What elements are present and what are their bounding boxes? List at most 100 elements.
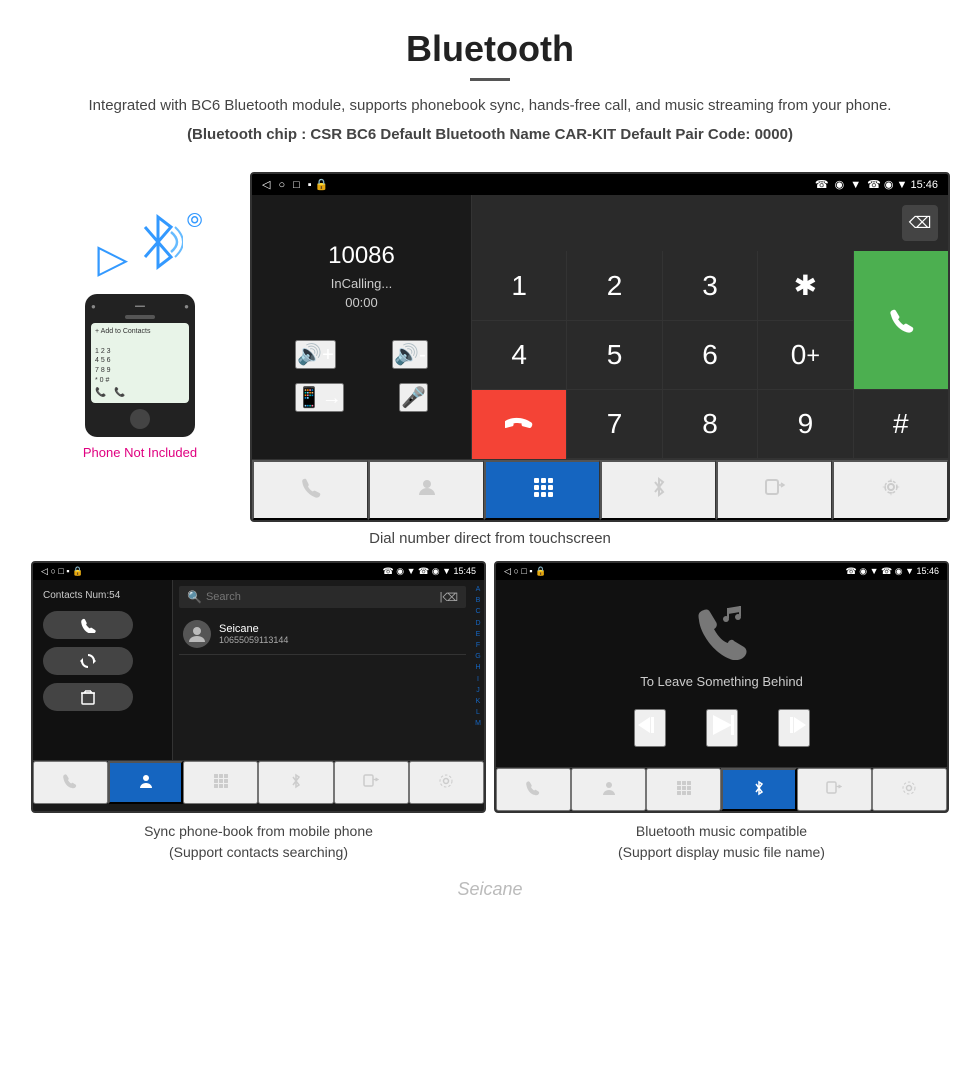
key-3[interactable]: 3 — [663, 251, 757, 320]
bluetooth-symbol-icon — [133, 212, 183, 272]
key-0plus[interactable]: 0+ — [758, 321, 852, 389]
dial-nav-bluetooth[interactable] — [600, 460, 716, 520]
music-caption-text: Bluetooth music compatible(Support displ… — [618, 823, 825, 860]
music-status-right: ☎ ◉ ▼ ☎ ◉ ▼ 15:46 — [845, 566, 939, 577]
contacts-recents-icon: □ — [58, 566, 63, 576]
key-8[interactable]: 8 — [663, 390, 757, 458]
alpha-index: A B C D E F G H I J K L M — [472, 580, 484, 760]
contact-item[interactable]: Seicane 10655059113144 — [179, 614, 466, 655]
signal-waves-icon: ⦾ — [187, 210, 203, 233]
music-prev-button[interactable] — [634, 709, 666, 747]
contacts-call-button[interactable] — [43, 611, 133, 639]
dial-backspace-button[interactable]: ⌫ — [902, 205, 938, 241]
key-6[interactable]: 6 — [663, 321, 757, 389]
contacts-delete-button[interactable] — [43, 683, 133, 711]
back-nav-icon: ◁ — [262, 178, 270, 191]
music-play-pause-button[interactable] — [706, 709, 738, 747]
recents-nav-icon: □ — [293, 179, 300, 191]
contacts-nav-phone[interactable] — [33, 761, 108, 804]
music-caption: Bluetooth music compatible(Support displ… — [494, 821, 949, 863]
music-nav-keypad[interactable] — [646, 768, 721, 811]
contacts-nav-settings[interactable] — [409, 761, 484, 804]
contacts-search-input[interactable] — [206, 591, 440, 603]
contacts-status-bar: ◁ ○ □ ▪ 🔒 ☎ ◉ ▼ ☎ ◉ ▼ 15:45 — [33, 563, 484, 580]
music-time: ☎ ◉ ▼ 15:46 — [881, 566, 939, 576]
music-nav-phone[interactable] — [496, 768, 571, 811]
dial-number-display: 10086 — [267, 242, 456, 270]
phone-screen-add-contact: + Add to Contacts 1 2 3 4 5 6 7 8 9 * 0 … — [95, 327, 185, 399]
contacts-nav-keypad[interactable] — [183, 761, 258, 804]
music-next-icon — [780, 711, 808, 739]
music-song-title: To Leave Something Behind — [640, 674, 803, 689]
contacts-sync-icon — [80, 653, 96, 669]
contacts-caption-text: Sync phone-book from mobile phone(Suppor… — [144, 823, 373, 860]
music-next-button[interactable] — [778, 709, 810, 747]
contacts-nav-settings-icon — [438, 773, 454, 789]
call-button[interactable] — [854, 251, 948, 389]
music-wifi-icon: ▼ — [870, 566, 879, 576]
music-play-icon — [708, 711, 736, 739]
phone-status-icon: ☎ — [815, 178, 829, 191]
key-hash[interactable]: # — [854, 390, 948, 458]
key-7[interactable]: 7 — [567, 390, 661, 458]
phone-home-button[interactable] — [130, 409, 150, 429]
dial-input-row: ⌫ — [472, 195, 948, 251]
dial-nav-phone[interactable] — [252, 460, 368, 520]
contacts-num-label: Contacts Num:54 — [43, 590, 162, 601]
watermark: Seicane — [0, 873, 980, 910]
phone-mockup: ● ━━ ● + Add to Contacts 1 2 3 4 5 6 7 8… — [85, 294, 195, 437]
music-icon-area — [692, 600, 752, 660]
contacts-back-icon: ◁ — [41, 566, 48, 576]
key-4[interactable]: 4 — [472, 321, 566, 389]
nav-contacts-icon — [416, 476, 438, 498]
music-nav-bluetooth[interactable] — [721, 768, 796, 811]
music-phone-icon — [692, 600, 752, 660]
music-nav-settings[interactable] — [872, 768, 947, 811]
dial-nav-keypad[interactable] — [484, 460, 600, 520]
phone-aside: ▷ ⦾ ● ━━ ● + Add to Contacts — [30, 172, 250, 522]
end-call-icon — [505, 411, 533, 439]
music-nav-transfer-icon — [826, 780, 842, 796]
contacts-nav-transfer[interactable] — [334, 761, 409, 804]
volume-up-button[interactable]: 🔊+ — [295, 340, 336, 369]
alpha-e: E — [476, 629, 481, 640]
alpha-a: A — [476, 584, 481, 595]
contacts-nav-bluetooth[interactable] — [258, 761, 333, 804]
dial-right-panel: ⌫ 1 2 3 ✱ 4 5 6 0+ — [472, 195, 948, 459]
microphone-button[interactable]: 🎤 — [399, 383, 428, 412]
dial-nav-bar — [252, 459, 948, 520]
nav-phone-icon — [300, 476, 322, 498]
key-1[interactable]: 1 — [472, 251, 566, 320]
contacts-delete-icon — [81, 689, 95, 705]
music-nav-person-icon — [601, 780, 617, 796]
keyboard-back-icon: ⌫ — [442, 591, 458, 604]
location-icon: ◉ — [835, 178, 845, 191]
end-call-button[interactable] — [472, 390, 566, 459]
phone-sensor-icon: ● — [184, 302, 189, 311]
contacts-sync-button[interactable] — [43, 647, 133, 675]
notification-icon: ▪ 🔒 — [308, 178, 329, 191]
music-nav-contacts[interactable] — [571, 768, 646, 811]
transfer-button[interactable]: 📱→ — [295, 383, 344, 412]
contacts-nav-contacts[interactable] — [108, 761, 183, 804]
dial-nav-settings[interactable] — [832, 460, 948, 520]
contacts-loc-icon: ◉ — [396, 566, 404, 576]
music-nav-bt-icon — [751, 780, 767, 796]
key-star[interactable]: ✱ — [758, 251, 852, 320]
music-nav-transfer[interactable] — [797, 768, 872, 811]
contact-name: Seicane — [219, 623, 288, 635]
volume-down-button[interactable]: 🔊- — [392, 340, 428, 369]
dial-nav-transfer[interactable] — [716, 460, 832, 520]
key-9[interactable]: 9 — [758, 390, 852, 458]
music-nav-bar — [496, 767, 947, 811]
contacts-nav-bt-icon — [288, 773, 304, 789]
keypad-grid: 1 2 3 ✱ 4 5 6 0+ — [472, 251, 948, 459]
dial-nav-contacts[interactable] — [368, 460, 484, 520]
bluetooth-specs: (Bluetooth chip : CSR BC6 Default Blueto… — [20, 124, 960, 147]
dial-left-panel: 10086 InCalling... 00:00 🔊+ 🔊- 📱→ 🎤 — [252, 195, 472, 459]
call-icon — [887, 306, 915, 334]
key-5[interactable]: 5 — [567, 321, 661, 389]
status-right: ☎ ◉ ▼ ☎ ◉ ▼ 15:46 — [815, 178, 938, 191]
key-2[interactable]: 2 — [567, 251, 661, 320]
music-prev-icon — [636, 711, 664, 739]
